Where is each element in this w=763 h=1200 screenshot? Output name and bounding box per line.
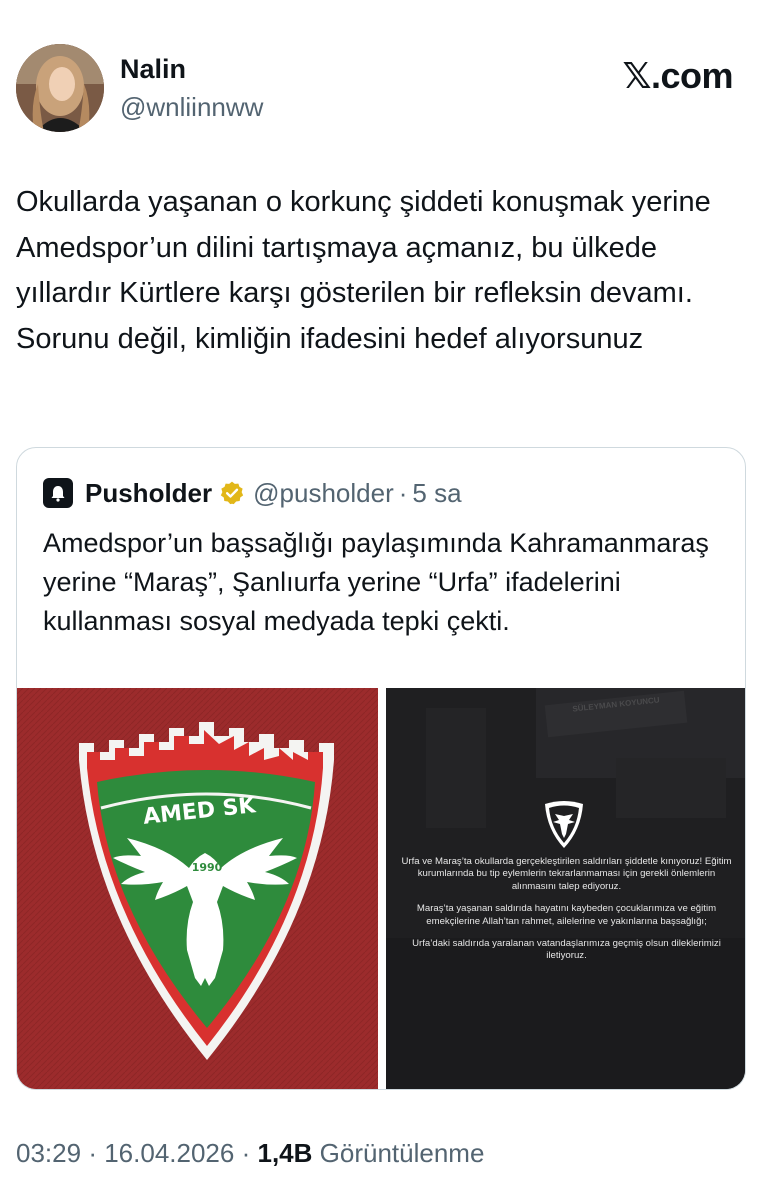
quoted-author-name[interactable]: Pusholder — [85, 478, 212, 509]
tweet-screenshot: Nalin @wnliinnww 𝕏.com Okullarda yaşanan… — [0, 0, 763, 1200]
author-name[interactable]: Nalin — [120, 54, 186, 85]
avatar[interactable] — [16, 44, 104, 132]
statement-paragraph: Urfa ve Maraş’ta okullarda gerçekleştiri… — [401, 856, 732, 892]
media-image-crest[interactable]: AMED SK 1990 — [17, 688, 378, 1089]
pusholder-bell-icon[interactable] — [43, 478, 73, 508]
statement-text: Urfa ve Maraş’ta okullarda gerçekleştiri… — [400, 856, 733, 973]
tweet-meta: 03:29 · 16.04.2026 · 1,4B Görüntülenme — [16, 1138, 484, 1169]
view-count-label: Görüntülenme — [319, 1138, 485, 1168]
separator-dot: · — [241, 1138, 251, 1168]
quoted-tweet-text: Amedspor’un başsağlığı paylaşımında Kahr… — [43, 528, 709, 636]
amed-sk-mini-logo — [545, 801, 583, 848]
quoted-author-handle[interactable]: @pusholder — [253, 478, 394, 509]
quoted-tweet-header: Pusholder @pusholder · 5 sa — [43, 476, 462, 510]
view-count[interactable]: 1,4B — [258, 1138, 313, 1168]
quoted-tweet-time[interactable]: 5 sa — [412, 478, 461, 509]
tweet-time[interactable]: 03:29 — [16, 1138, 81, 1168]
tweet-text: Okullarda yaşanan o korkunç şiddeti konu… — [16, 186, 711, 355]
tweet-date[interactable]: 16.04.2026 — [104, 1138, 234, 1168]
statement-paragraph: Maraş’ta yaşanan saldırıda hayatını kayb… — [416, 903, 717, 927]
author-handle[interactable]: @wnliinnww — [120, 92, 263, 123]
amed-sk-crest: AMED SK 1990 — [17, 688, 378, 1089]
separator-dot: · — [398, 477, 408, 508]
statement-paragraph: Urfa’daki saldırıda yaralanan vatandaşla… — [412, 938, 721, 962]
crest-year: 1990 — [192, 861, 223, 874]
media-image-statement[interactable]: SÜLEYMAN KOYUNCU Urfa ve Maraş’ta okulla… — [386, 688, 745, 1089]
avatar-photo — [16, 44, 104, 132]
separator-dot: · — [88, 1138, 97, 1168]
quoted-tweet-card[interactable]: Pusholder @pusholder · 5 sa Amedspor’un … — [16, 447, 746, 1090]
x-brand-logo: 𝕏.com — [622, 55, 733, 96]
verified-badge-icon — [219, 480, 245, 506]
quoted-tweet-media[interactable]: AMED SK 1990 SÜLEYMAN KOYUNCU Urfa ve Ma… — [17, 688, 745, 1089]
